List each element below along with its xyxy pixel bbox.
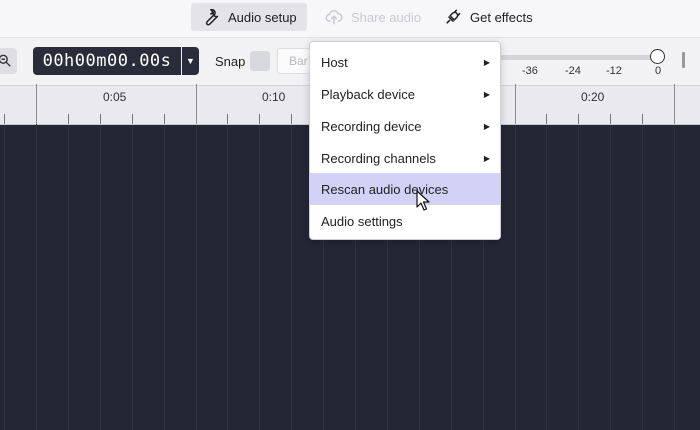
track-gridline xyxy=(196,125,197,430)
track-gridline xyxy=(546,125,547,430)
track-gridline xyxy=(291,125,292,430)
ruler-tick xyxy=(164,114,165,124)
ruler-tick xyxy=(132,114,133,124)
ruler-tick xyxy=(100,114,101,124)
track-gridline xyxy=(68,125,69,430)
cloud-upload-icon xyxy=(325,10,343,25)
snap-select-value: Bar xyxy=(289,54,308,68)
track-gridline xyxy=(227,125,228,430)
track-gridline xyxy=(100,125,101,430)
zoom-out-icon xyxy=(0,54,11,67)
ruler-tick xyxy=(515,84,516,124)
get-effects-label: Get effects xyxy=(470,9,533,25)
audio-setup-label: Audio setup xyxy=(228,9,297,25)
menu-item-label: Recording channels xyxy=(321,150,436,166)
meter-tick: 0 xyxy=(655,65,662,77)
ruler-tick xyxy=(68,114,69,124)
get-effects-button[interactable]: Get effects xyxy=(433,3,543,31)
caret-down-icon: ▼ xyxy=(186,56,195,66)
ruler-tick xyxy=(227,114,228,124)
wrench-icon xyxy=(205,8,219,26)
submenu-arrow-icon: ▶ xyxy=(483,153,490,163)
ruler-tick xyxy=(291,114,292,124)
menu-item-audio-settings[interactable]: Audio settings xyxy=(310,205,500,237)
ruler-label: 0:20 xyxy=(581,90,605,104)
timecode-display[interactable]: 00h00m00.00s xyxy=(33,47,181,75)
share-audio-label: Share audio xyxy=(351,9,422,25)
track-gridline xyxy=(515,125,516,430)
ruler-tick xyxy=(259,114,260,124)
track-gridline xyxy=(259,125,260,430)
track-gridline xyxy=(132,125,133,430)
ruler-tick xyxy=(642,114,643,124)
meter-tick: -12 xyxy=(606,65,622,77)
ruler-tick xyxy=(578,114,579,124)
volume-slider-thumb[interactable] xyxy=(650,49,665,64)
meter-tick: -24 xyxy=(565,65,581,77)
audio-setup-button[interactable]: Audio setup xyxy=(191,3,307,31)
ruler-label: 0:10 xyxy=(262,90,286,104)
track-gridline xyxy=(164,125,165,430)
top-toolbar: Audio setup Share audio Get effects xyxy=(0,0,700,37)
audio-setup-menu: Host ▶ Playback device ▶ Recording devic… xyxy=(309,41,501,240)
mouse-cursor-icon xyxy=(416,190,430,211)
ruler-tick xyxy=(674,84,675,124)
menu-item-rescan-audio-devices[interactable]: Rescan audio devices xyxy=(310,173,500,205)
zoom-button[interactable] xyxy=(0,48,17,74)
track-gridline xyxy=(36,125,37,430)
menu-item-recording-channels[interactable]: Recording channels ▶ xyxy=(310,142,500,174)
meter-tick: -36 xyxy=(522,65,538,77)
timecode-format-dropdown[interactable]: ▼ xyxy=(182,47,199,75)
meter-handle[interactable] xyxy=(682,52,685,68)
track-gridline xyxy=(674,125,675,430)
menu-item-host[interactable]: Host ▶ xyxy=(310,46,500,78)
menu-item-label: Audio settings xyxy=(321,213,403,229)
share-audio-button[interactable]: Share audio xyxy=(314,3,431,31)
menu-item-label: Recording device xyxy=(321,118,422,134)
ruler-label: 0:05 xyxy=(103,90,127,104)
track-gridline xyxy=(4,125,5,430)
plug-icon xyxy=(446,9,461,24)
menu-item-label: Playback device xyxy=(321,86,415,102)
snap-label: Snap xyxy=(215,54,246,69)
snap-checkbox[interactable] xyxy=(250,51,270,71)
ruler-tick xyxy=(36,84,37,124)
volume-slider-track[interactable] xyxy=(500,55,660,60)
menu-item-playback-device[interactable]: Playback device ▶ xyxy=(310,78,500,110)
submenu-arrow-icon: ▶ xyxy=(483,57,490,67)
track-gridline xyxy=(578,125,579,430)
track-gridline xyxy=(642,125,643,430)
menu-item-recording-device[interactable]: Recording device ▶ xyxy=(310,110,500,142)
ruler-tick xyxy=(546,114,547,124)
ruler-tick xyxy=(196,84,197,124)
track-gridline xyxy=(610,125,611,430)
submenu-arrow-icon: ▶ xyxy=(483,89,490,99)
ruler-tick xyxy=(4,114,5,124)
menu-item-label: Host xyxy=(321,54,348,70)
submenu-arrow-icon: ▶ xyxy=(483,121,490,131)
ruler-tick xyxy=(610,114,611,124)
